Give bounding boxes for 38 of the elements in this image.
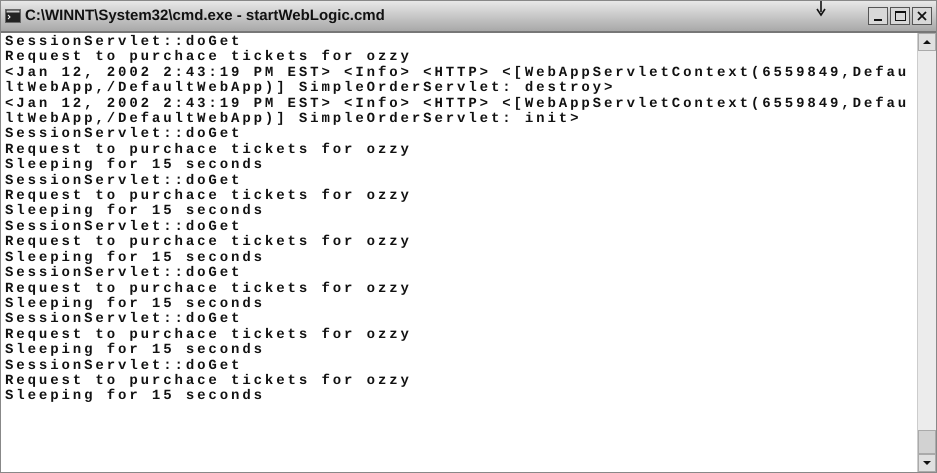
console-line: Request to purchace tickets for ozzy: [5, 328, 412, 343]
console-line: Sleeping for 15 seconds: [5, 296, 265, 312]
console-line: SessionServlet::doGet: [5, 312, 242, 328]
console-line: Request to purchace tickets for ozzy: [5, 50, 412, 66]
console-line: SessionServlet::doGet: [5, 358, 242, 374]
maximize-button[interactable]: [890, 7, 910, 25]
console-line: Request to purchace tickets for ozzy: [5, 189, 412, 204]
console-icon: [5, 9, 21, 23]
console-line: Request to purchace tickets for ozzy: [5, 142, 412, 158]
console-line: <Jan 12, 2002 2:43:19 PM EST> <Info> <HTTP> <[WebAppServletContext(6559849,Defau: [5, 66, 910, 81]
console-line: ltWebApp,/DefaultWebApp)] SimpleOrderServlet: init>: [5, 112, 582, 128]
minimize-button[interactable]: [868, 7, 888, 25]
up-arrow-icon: [923, 40, 931, 44]
console-line: Request to purchace tickets for ozzy: [5, 374, 412, 389]
close-button[interactable]: [912, 7, 932, 25]
cursor-icon: [816, 1, 826, 17]
minimize-icon: [874, 19, 882, 21]
console-line: SessionServlet::doGet: [5, 220, 242, 235]
console-line: SessionServlet::doGet: [5, 174, 242, 189]
console-line: Sleeping for 15 seconds: [5, 250, 265, 266]
console-line: Sleeping for 15 seconds: [5, 389, 265, 405]
scroll-thumb[interactable]: [918, 430, 936, 454]
window-title: C:\WINNT\System32\cmd.exe - startWebLogic.cmd: [25, 6, 385, 26]
console-line: SessionServlet::doGet: [5, 35, 242, 50]
maximize-icon: [894, 11, 906, 21]
console-line: Request to purchace tickets for ozzy: [5, 282, 412, 296]
close-icon: [917, 11, 927, 21]
console-line: Request to purchace tickets for ozzy: [5, 235, 412, 250]
console-line: SessionServlet::doGet: [5, 127, 242, 142]
console-line: ltWebApp,/DefaultWebApp)] SimpleOrderServlet: destroy>: [5, 81, 616, 96]
console-line: SessionServlet::doGet: [5, 266, 242, 282]
console-line: Sleeping for 15 seconds: [5, 158, 265, 174]
down-arrow-icon: [923, 461, 931, 465]
scroll-down-button[interactable]: [918, 454, 936, 472]
console-line: Sleeping for 15 seconds: [5, 343, 265, 358]
console-line: <Jan 12, 2002 2:43:19 PM EST> <Info> <HTTP> <[WebAppServletContext(6559849,Defau: [5, 96, 910, 112]
console-line: Sleeping for 15 seconds: [5, 204, 265, 220]
scroll-up-button[interactable]: [918, 33, 936, 51]
